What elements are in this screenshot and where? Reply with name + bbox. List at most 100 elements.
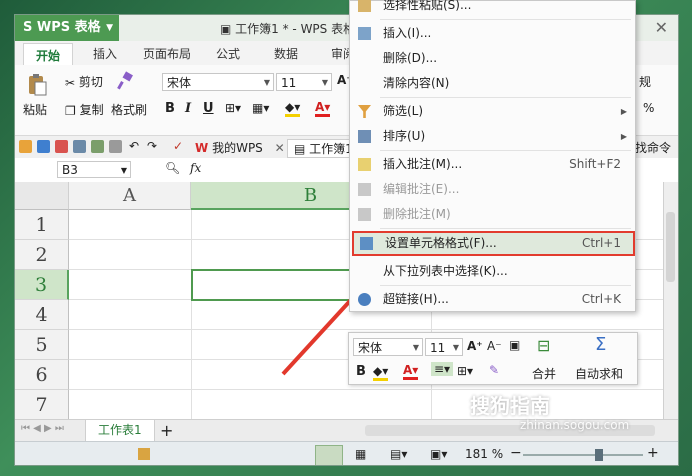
row-header-3[interactable]: 3 xyxy=(15,270,69,300)
open-icon[interactable] xyxy=(19,140,32,153)
mini-font-size-select[interactable]: 11 ▼ xyxy=(425,338,463,356)
row-header-6[interactable]: 6 xyxy=(15,360,69,390)
tab-my-wps[interactable]: W 我的WPS ✕ xyxy=(195,139,285,156)
zoom-search-icon[interactable]: 🔍︎ xyxy=(165,161,180,175)
percent-icon[interactable]: % xyxy=(643,101,654,115)
bold-button[interactable]: B xyxy=(165,101,175,116)
scrollbar-thumb[interactable] xyxy=(666,212,675,282)
menu-separator xyxy=(380,19,631,20)
name-box[interactable]: B3 ▼ xyxy=(57,161,131,178)
mini-font-name-value: 宋体 xyxy=(358,341,383,355)
menu-item-sort[interactable]: 排序(U) ▶ xyxy=(350,124,635,149)
close-icon[interactable]: ✕ xyxy=(275,141,285,155)
tab-home[interactable]: 开始 xyxy=(23,43,74,67)
sum-icon[interactable]: Σ xyxy=(595,334,606,355)
menu-item-insert-comment[interactable]: 插入批注(M)... Shift+F2 xyxy=(350,152,635,177)
menu-label: 排序(U) xyxy=(383,129,426,143)
sheet-nav-icon[interactable]: ⏮ ◀ ▶ ⏭ xyxy=(21,423,64,434)
mini-format-painter-icon[interactable]: ✎ xyxy=(489,363,499,377)
menu-label: 选择性粘贴(S)... xyxy=(383,0,472,12)
row-header-1[interactable]: 1 xyxy=(15,210,69,240)
mini-align-center-icon[interactable]: ≡▾ xyxy=(431,362,454,376)
border-icon[interactable]: ⊞▾ xyxy=(225,101,241,115)
redo-icon[interactable]: ↷ xyxy=(147,139,157,153)
vertical-scrollbar[interactable] xyxy=(663,182,678,419)
mini-merge-button[interactable]: 合并 xyxy=(532,365,556,382)
menu-item-pick-from-list[interactable]: 从下拉列表中选择(K)... xyxy=(350,259,635,284)
tab-page-layout[interactable]: 页面布局 xyxy=(143,45,191,62)
menu-item-filter[interactable]: 筛选(L) ▶ xyxy=(350,99,635,124)
menu-item-hyperlink[interactable]: 超链接(H)... Ctrl+K xyxy=(350,287,635,312)
reading-mode-icon[interactable]: ▣▾ xyxy=(430,447,447,461)
column-header-a[interactable]: A xyxy=(69,182,191,210)
app-menu-button[interactable]: S WPS 表格 ▼ xyxy=(15,15,119,41)
pin-icon[interactable]: ✓ xyxy=(173,139,183,153)
tab-insert[interactable]: 插入 xyxy=(93,45,117,62)
row-header-7[interactable]: 7 xyxy=(15,390,69,419)
font-name-select[interactable]: 宋体 ▼ xyxy=(162,73,274,91)
fx-button[interactable]: fx xyxy=(190,161,201,175)
menu-item-delete[interactable]: 删除(D)... xyxy=(350,46,635,71)
mini-font-color-icon[interactable]: A▾ xyxy=(403,363,419,380)
format-painter-icon[interactable] xyxy=(115,71,135,94)
menu-item-clear-contents[interactable]: 清除内容(N) xyxy=(350,71,635,96)
number-format-select[interactable]: 规 xyxy=(639,73,651,90)
add-sheet-button[interactable]: + xyxy=(160,421,173,440)
print-icon[interactable] xyxy=(73,140,86,153)
select-all-corner[interactable] xyxy=(15,182,69,210)
mini-fill-color-icon[interactable]: ◆▾ xyxy=(373,364,389,381)
paste-button[interactable]: 粘贴 xyxy=(23,101,47,118)
fill-color-icon[interactable]: ◆▾ xyxy=(285,100,301,117)
mini-bold-button[interactable]: B xyxy=(356,364,366,379)
zoom-slider[interactable] xyxy=(523,454,643,456)
italic-button[interactable]: I xyxy=(185,101,191,116)
doc-tab-label: 工作簿1 xyxy=(309,142,353,156)
mini-autosum-button[interactable]: 自动求和 xyxy=(575,365,623,382)
grid-line xyxy=(191,210,192,419)
macro-icon[interactable] xyxy=(138,448,150,460)
watermark-logo: 搜狗指南 xyxy=(470,394,550,418)
row-header-5[interactable]: 5 xyxy=(15,330,69,360)
spellcheck-icon[interactable] xyxy=(109,140,122,153)
status-bar: ▦ ▤▾ ▣▾ 181 % − + xyxy=(15,441,678,465)
row-header-4[interactable]: 4 xyxy=(15,300,69,330)
chevron-down-icon: ▼ xyxy=(412,343,419,352)
menu-separator xyxy=(380,150,631,151)
cut-button[interactable]: ✂ 剪切 xyxy=(65,73,103,90)
zoom-slider-thumb[interactable] xyxy=(595,449,603,461)
page-break-view-icon[interactable]: ▦ xyxy=(355,447,366,461)
copy-button[interactable]: ❐ 复制 xyxy=(65,101,104,118)
zoom-out-button[interactable]: − xyxy=(510,445,522,461)
mini-style-icon[interactable]: ▣ xyxy=(509,338,520,352)
save-icon[interactable] xyxy=(37,140,50,153)
merge-icon[interactable]: ⊟ xyxy=(537,336,550,355)
mini-increase-font-icon[interactable]: A⁺ xyxy=(467,339,483,353)
row-header-2[interactable]: 2 xyxy=(15,240,69,270)
close-icon[interactable]: ✕ xyxy=(655,18,668,37)
mini-decrease-font-icon[interactable]: A⁻ xyxy=(487,339,502,353)
tab-data[interactable]: 数据 xyxy=(274,45,298,62)
mini-font-name-select[interactable]: 宋体 ▼ xyxy=(353,338,423,356)
insert-comment-icon xyxy=(358,158,371,171)
tab-formula[interactable]: 公式 xyxy=(216,45,240,62)
find-command-button[interactable]: 找命令 xyxy=(635,139,671,156)
print-preview-icon[interactable] xyxy=(91,140,104,153)
sheet-tab-1[interactable]: 工作表1 xyxy=(85,420,155,442)
menu-item-paste-special[interactable]: 选择性粘贴(S)... xyxy=(350,0,635,18)
menu-item-insert[interactable]: 插入(I)... xyxy=(350,21,635,46)
font-size-select[interactable]: 11 ▼ xyxy=(276,73,332,91)
normal-view-icon[interactable] xyxy=(315,445,343,465)
app-name: WPS 表格 xyxy=(36,20,101,35)
zoom-in-button[interactable]: + xyxy=(647,445,659,461)
mini-border-icon[interactable]: ⊞▾ xyxy=(457,364,473,378)
format-painter-button[interactable]: 格式刷 xyxy=(111,101,147,118)
page-layout-view-icon[interactable]: ▤▾ xyxy=(390,447,407,461)
fill-pattern-icon[interactable]: ▦▾ xyxy=(252,101,269,115)
font-color-icon[interactable]: A▾ xyxy=(315,100,331,117)
paste-icon[interactable] xyxy=(25,73,55,96)
undo-icon[interactable]: ↶ xyxy=(129,139,139,153)
zoom-value: 181 % xyxy=(465,447,504,461)
underline-button[interactable]: U xyxy=(203,101,214,116)
menu-item-format-cells[interactable]: 设置单元格格式(F)... Ctrl+1 xyxy=(352,231,635,256)
export-pdf-icon[interactable] xyxy=(55,140,68,153)
